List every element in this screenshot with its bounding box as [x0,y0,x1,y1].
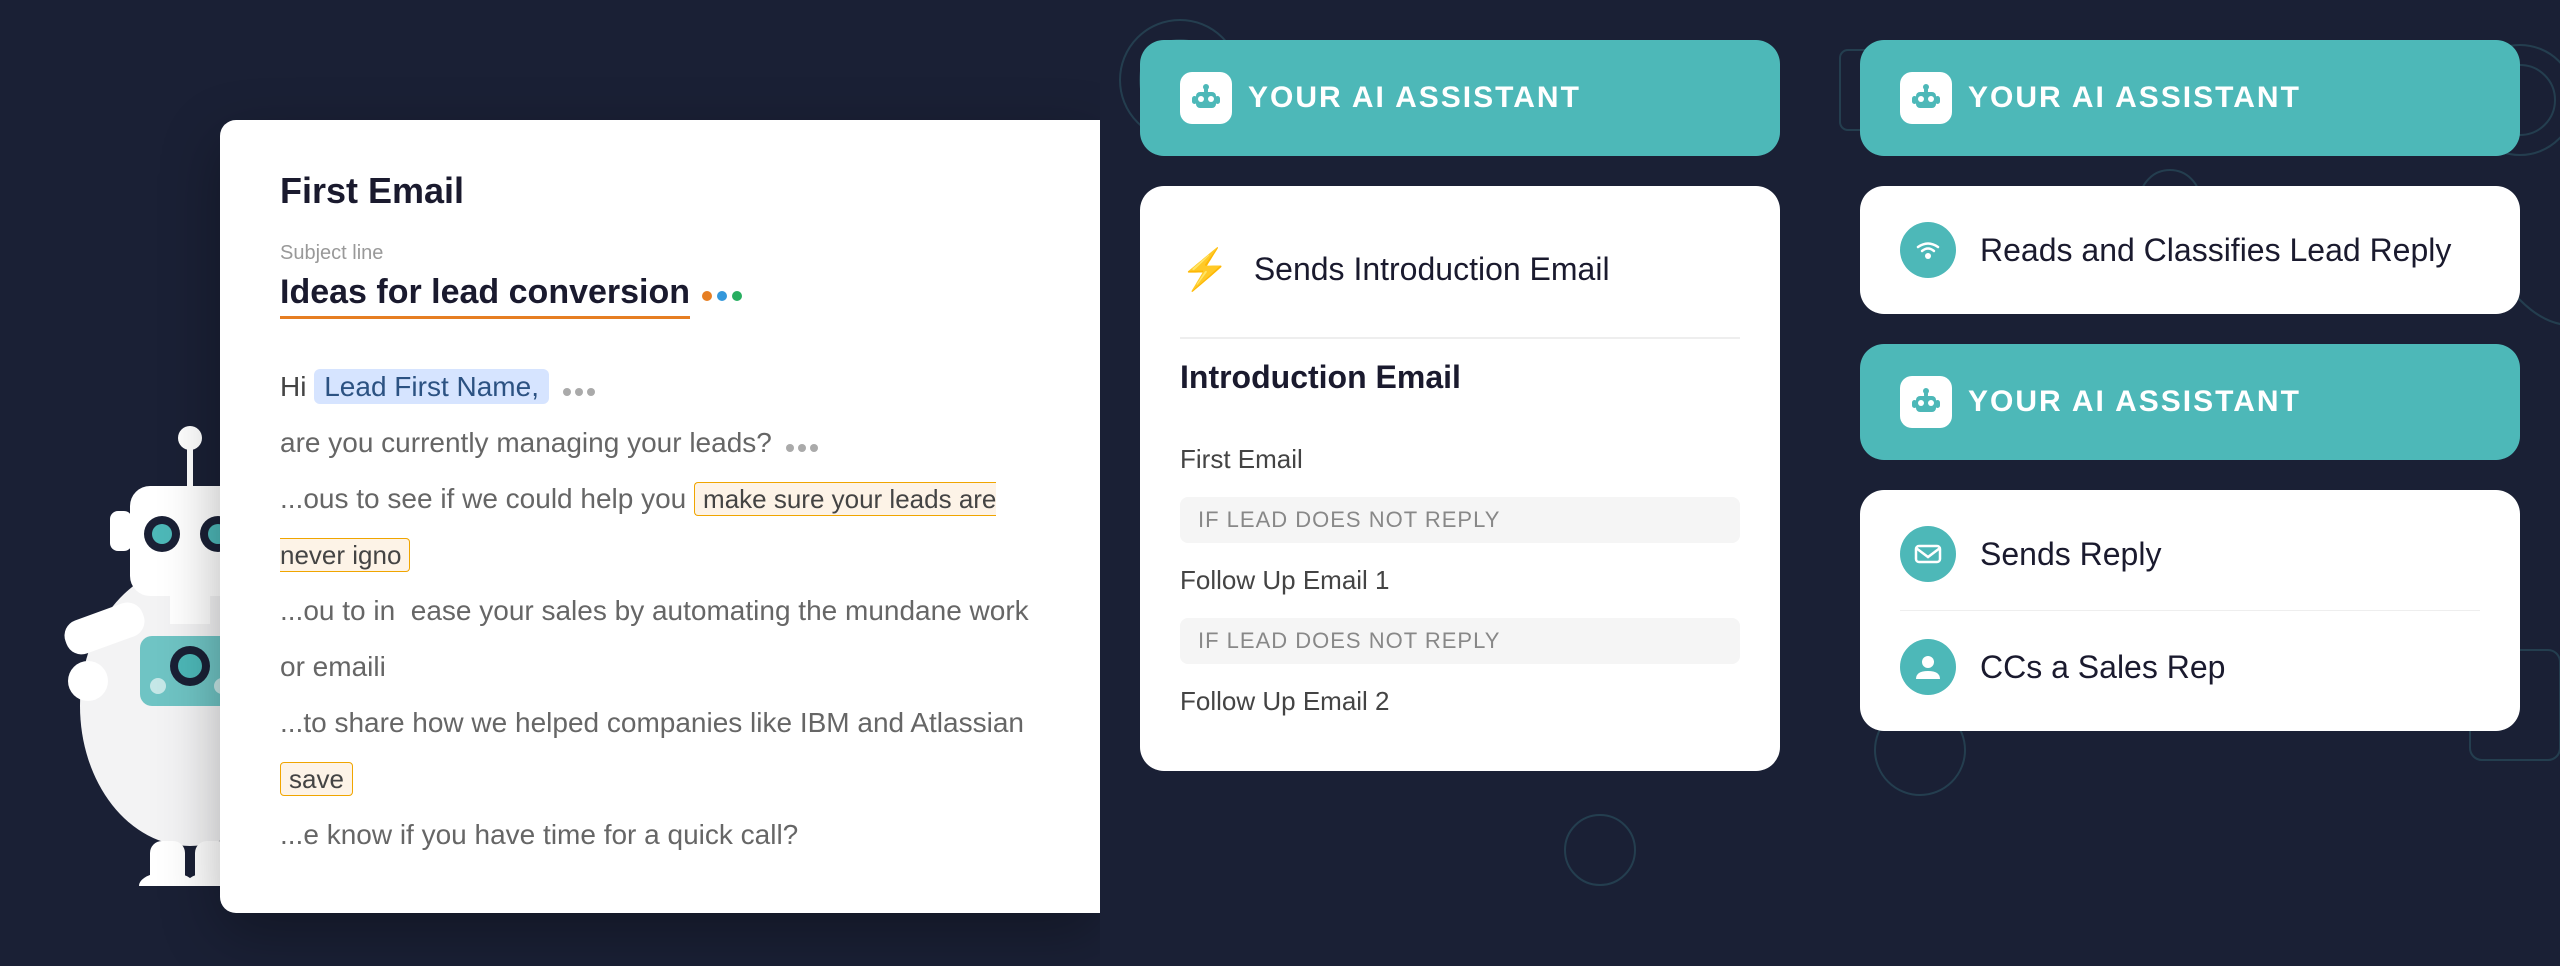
body-line-1: Hi Lead First Name, [280,359,1040,415]
person-icon-circle [1900,639,1956,695]
right-panel: YOUR AI ASSISTANT Reads and Classifies L… [1820,0,2560,966]
ai-card-header-center: YOUR AI ASSISTANT [1180,72,1740,124]
subject-line: Ideas for lead conversion [280,273,1040,319]
step-followup-1: Follow Up Email 1 [1180,547,1740,614]
highlight-5: save [280,762,353,796]
email-card-title: First Email [280,170,1040,212]
sends-reply-label: Sends Reply [1980,536,2161,573]
body-line-4: ...ou to in ease your sales by automatin… [280,583,1040,695]
ai-assistant-card-center: YOUR AI ASSISTANT [1140,40,1780,156]
dots-1 [563,388,595,396]
reads-classifies-label: Reads and Classifies Lead Reply [1980,232,2451,269]
email-icon-circle [1900,526,1956,582]
center-panel: YOUR AI ASSISTANT ⚡ Sends Introduction E… [1100,0,1820,966]
subject-label: Subject line [280,242,1040,265]
subject-text: Ideas for lead conversion [280,273,690,319]
ai-robot-icon-center [1180,72,1232,124]
sends-intro-email-card: ⚡ Sends Introduction Email Introduction … [1140,186,1780,771]
ai-title-right-2: YOUR AI ASSISTANT [1968,385,2301,419]
ai-robot-icon-right-2 [1900,376,1952,428]
ai-card-header-right-2: YOUR AI ASSISTANT [1900,376,2480,428]
dot-1 [702,291,712,301]
ai-title-center: YOUR AI ASSISTANT [1248,81,1581,115]
dots-2 [786,444,818,452]
ai-card-header-right-1: YOUR AI ASSISTANT [1900,72,2480,124]
ai-robot-icon-right-1 [1900,72,1952,124]
sends-intro-label: Sends Introduction Email [1254,251,1610,288]
lightning-icon: ⚡ [1180,246,1230,293]
dot-3 [732,291,742,301]
ai-title-right-1: YOUR AI ASSISTANT [1968,81,2301,115]
step-first-email: First Email [1180,426,1740,493]
wifi-icon-circle [1900,222,1956,278]
reads-classifies-card: Reads and Classifies Lead Reply [1860,186,2520,314]
left-panel: First Email Subject line Ideas for lead … [0,0,1100,966]
step-divider-2: IF LEAD DOES NOT REPLY [1180,618,1740,664]
sends-reply-card: Sends Reply CCs a Sales Rep [1860,490,2520,731]
ai-assistant-card-right-1: YOUR AI ASSISTANT [1860,40,2520,156]
ccs-sales-rep-label: CCs a Sales Rep [1980,649,2225,686]
body-line-6: ...e know if you have time for a quick c… [280,807,1040,863]
body-line-3: ...ous to see if we could help you make … [280,471,1040,583]
body-line-2: are you currently managing your leads? [280,415,1040,471]
intro-email-section: Introduction Email First Email IF LEAD D… [1180,337,1740,735]
reads-classifies-action: Reads and Classifies Lead Reply [1900,222,2480,278]
ai-assistant-card-right-2: YOUR AI ASSISTANT [1860,344,2520,460]
body-line-5: ...to share how we helped companies like… [280,695,1040,807]
email-card: First Email Subject line Ideas for lead … [220,120,1100,913]
main-container: First Email Subject line Ideas for lead … [0,0,2560,966]
lead-name-highlight: Lead First Name, [314,369,549,404]
step-divider-1: IF LEAD DOES NOT REPLY [1180,497,1740,543]
sends-reply-action: Sends Reply [1900,526,2480,582]
dot-2 [717,291,727,301]
subject-dots [702,291,742,301]
step-followup-2: Follow Up Email 2 [1180,668,1740,735]
sends-intro-action: ⚡ Sends Introduction Email [1180,222,1740,317]
email-body: Hi Lead First Name, are you currently ma… [280,359,1040,863]
intro-email-title: Introduction Email [1180,359,1740,396]
ccs-sales-rep-action: CCs a Sales Rep [1900,610,2480,695]
